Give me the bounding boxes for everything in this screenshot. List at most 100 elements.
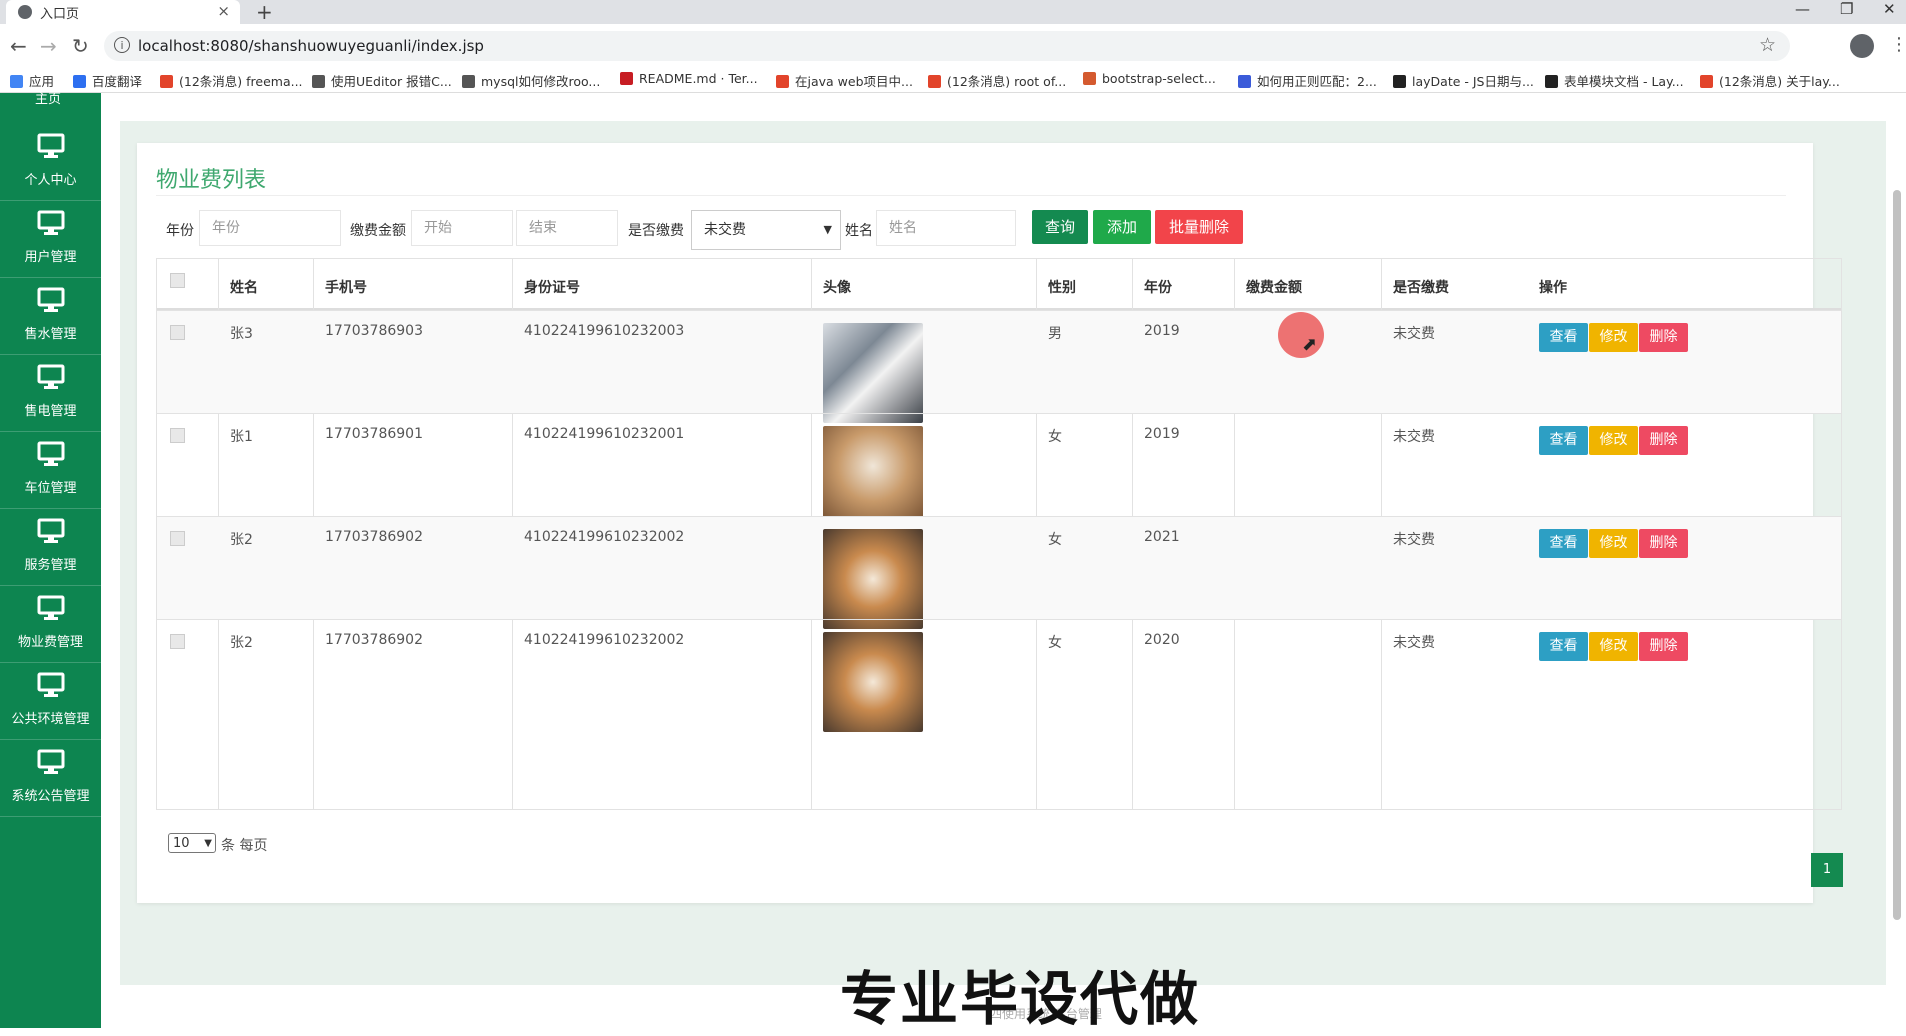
sidebar-item[interactable]: 售电管理 — [0, 364, 101, 434]
avatar-image — [823, 529, 923, 629]
sidebar-item[interactable]: 车位管理 — [0, 441, 101, 511]
table-row: 张2 17703786902 410224199610232002 女 2020 未交费 查… — [157, 619, 1841, 732]
table-cell-paid: 未交费 — [1393, 532, 1435, 548]
bookmark-star-icon[interactable]: ☆ — [1759, 34, 1776, 56]
batch-delete-button[interactable]: 批量删除 — [1155, 210, 1243, 244]
table-cell-paid: 未交费 — [1393, 429, 1435, 445]
page-title: 物业费列表 — [156, 168, 267, 193]
table-cell-paid: 未交费 — [1393, 326, 1435, 342]
url-text[interactable]: localhost:8080/shanshuowuyeguanli/index.… — [138, 37, 484, 55]
forward-icon[interactable]: → — [40, 34, 57, 58]
sidebar-divider — [0, 585, 101, 586]
sidebar-item[interactable]: 系统公告管理 — [0, 749, 101, 819]
sidebar-item[interactable]: 物业费管理 — [0, 595, 101, 665]
bookmark-item[interactable]: mysql如何修改roo... — [462, 71, 600, 90]
browser-tab[interactable]: 入口页 × — [6, 0, 240, 24]
browser-menu-icon[interactable]: ⋮ — [1890, 34, 1906, 55]
reload-icon[interactable]: ↻ — [72, 34, 89, 58]
table-cell-phone: 17703786902 — [325, 529, 423, 545]
sidebar-item-label: 服务管理 — [24, 558, 77, 573]
fee-table: 姓名 手机号 身份证号 头像 性别 年份 缴费金额 是否缴费 操作 张3 17703786903 41… — [156, 258, 1842, 810]
bookmark-label: 如何用正则匹配：2... — [1257, 74, 1377, 89]
chevron-down-icon: ▼ — [823, 223, 832, 236]
bookmark-label: layDate - JS日期与... — [1412, 74, 1534, 89]
bookmark-item[interactable]: 百度翻译 — [73, 71, 142, 90]
amount-end-input[interactable]: 结束 — [516, 210, 618, 246]
view-button[interactable]: 查看 — [1539, 529, 1588, 558]
bookmark-item[interactable]: (12条消息) 关于lay... — [1700, 71, 1840, 90]
bookmarks-bar: 应用 百度翻译 (12条消息) freema... 使用UEditor 报错C... m… — [0, 68, 1906, 93]
table-row: 张1 17703786901 410224199610232001 女 2019 未交费 查… — [157, 413, 1841, 526]
row-checkbox[interactable] — [170, 325, 185, 340]
delete-button[interactable]: 删除 — [1639, 632, 1688, 661]
sidebar-item[interactable]: 公共环境管理 — [0, 672, 101, 742]
row-checkbox[interactable] — [170, 428, 185, 443]
monitor-icon — [37, 210, 65, 236]
sidebar-divider — [0, 662, 101, 663]
page-scrollbar[interactable] — [1893, 190, 1901, 920]
page-size-select[interactable]: 10 ▼ — [168, 833, 216, 853]
tab-close-icon[interactable]: × — [217, 2, 230, 20]
bookmark-item[interactable]: 在java web项目中... — [776, 71, 913, 90]
bookmark-favicon-icon — [73, 75, 86, 88]
bookmark-item[interactable]: (12条消息) freema... — [160, 71, 303, 90]
delete-button[interactable]: 删除 — [1639, 323, 1688, 352]
page-number-button[interactable]: 1 — [1811, 853, 1843, 887]
window-close-icon[interactable]: ✕ — [1883, 0, 1896, 18]
bookmark-item[interactable]: README.md · Ter... — [620, 71, 758, 86]
edit-button[interactable]: 修改 — [1589, 632, 1638, 661]
year-input[interactable]: 年份 — [199, 210, 341, 246]
paid-select[interactable]: 未交费 ▼ — [691, 210, 841, 250]
sidebar-item[interactable]: 服务管理 — [0, 518, 101, 588]
bookmark-item[interactable]: 使用UEditor 报错C... — [312, 71, 452, 90]
view-button[interactable]: 查看 — [1539, 323, 1588, 352]
bookmark-item[interactable]: bootstrap-select... — [1083, 71, 1216, 86]
amount-start-input[interactable]: 开始 — [411, 210, 513, 246]
name-label: 姓名 — [845, 223, 873, 239]
minimize-icon[interactable]: — — [1795, 0, 1810, 18]
row-checkbox[interactable] — [170, 531, 185, 546]
select-all-checkbox[interactable] — [170, 273, 185, 288]
delete-button[interactable]: 删除 — [1639, 426, 1688, 455]
edit-button[interactable]: 修改 — [1589, 323, 1638, 352]
add-button[interactable]: 添加 — [1093, 210, 1151, 244]
bookmark-item[interactable]: 表单模块文档 - Lay... — [1545, 71, 1684, 90]
bookmark-item[interactable]: (12条消息) root of... — [928, 71, 1066, 90]
view-button[interactable]: 查看 — [1539, 632, 1588, 661]
bookmark-item[interactable]: layDate - JS日期与... — [1393, 71, 1534, 90]
monitor-icon — [37, 364, 65, 390]
bookmark-favicon-icon — [776, 75, 789, 88]
mouse-cursor-icon: ⬈ — [1302, 334, 1318, 355]
sidebar-item[interactable]: 个人中心 — [0, 133, 101, 203]
address-bar[interactable]: i localhost:8080/shanshuowuyeguanli/inde… — [104, 31, 1790, 61]
click-highlight — [1278, 312, 1324, 358]
name-input[interactable]: 姓名 — [876, 210, 1016, 246]
title-divider — [156, 195, 1786, 196]
account-icon[interactable] — [1850, 34, 1874, 58]
edit-button[interactable]: 修改 — [1589, 426, 1638, 455]
table-cell-id-card: 410224199610232003 — [524, 323, 685, 339]
bookmark-label: 使用UEditor 报错C... — [331, 74, 452, 89]
site-info-icon[interactable]: i — [114, 37, 130, 53]
row-checkbox[interactable] — [170, 634, 185, 649]
sidebar-item[interactable]: 用户管理 — [0, 210, 101, 280]
edit-button[interactable]: 修改 — [1589, 529, 1638, 558]
sidebar-item-home-partial[interactable]: 主页 — [35, 88, 61, 107]
search-button[interactable]: 查询 — [1032, 210, 1088, 244]
new-tab-button[interactable]: + — [256, 0, 273, 24]
restore-icon[interactable]: ❐ — [1840, 0, 1853, 18]
view-button[interactable]: 查看 — [1539, 426, 1588, 455]
sidebar-item[interactable]: 售水管理 — [0, 287, 101, 357]
paid-select-value: 未交费 — [704, 222, 746, 238]
monitor-icon — [37, 441, 65, 467]
back-icon[interactable]: ← — [10, 34, 27, 58]
table-cell-name: 张3 — [230, 326, 253, 342]
bookmark-favicon-icon — [1545, 75, 1558, 88]
table-cell-name: 张2 — [230, 635, 253, 651]
fee-list-panel: 物业费列表 年份 年份 缴费金额 开始 结束 是否缴费 未交费 ▼ 姓名 姓名 … — [137, 143, 1843, 903]
table-cell-year: 2020 — [1144, 632, 1180, 648]
table-cell-gender: 女 — [1048, 429, 1062, 445]
delete-button[interactable]: 删除 — [1639, 529, 1688, 558]
page-size-value: 10 — [173, 836, 190, 851]
bookmark-item[interactable]: 如何用正则匹配：2... — [1238, 71, 1377, 90]
